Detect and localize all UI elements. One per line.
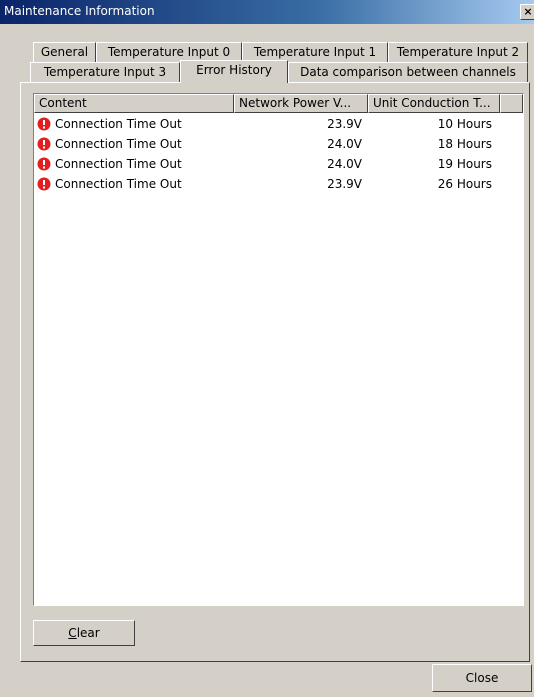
- error-icon: [37, 177, 51, 191]
- table-row[interactable]: Connection Time Out 23.9V 26 Hours: [34, 174, 523, 194]
- row-voltage: 23.9V: [327, 117, 362, 131]
- table-row[interactable]: Connection Time Out 24.0V 18 Hours: [34, 134, 523, 154]
- window-title: Maintenance Information: [4, 4, 155, 18]
- error-icon: [37, 137, 51, 151]
- title-bar[interactable]: Maintenance Information ×: [0, 0, 534, 24]
- row-voltage: 23.9V: [327, 177, 362, 191]
- error-history-list[interactable]: Content Network Power V... Unit Conducti…: [33, 93, 524, 606]
- row-content: Connection Time Out: [55, 137, 182, 151]
- maintenance-window: Maintenance Information × General Temper…: [0, 0, 534, 697]
- clear-button-label: lear: [76, 626, 100, 640]
- row-content: Connection Time Out: [55, 157, 182, 171]
- close-window-icon[interactable]: ×: [520, 4, 534, 20]
- tab-error-history[interactable]: Error History: [180, 60, 288, 83]
- table-row[interactable]: Connection Time Out 24.0V 19 Hours: [34, 154, 523, 174]
- tab-general[interactable]: General: [33, 42, 96, 62]
- tab-data-comparison[interactable]: Data comparison between channels: [288, 62, 528, 82]
- tab-temperature-input-2[interactable]: Temperature Input 2: [388, 42, 528, 62]
- column-header-empty: [500, 94, 523, 113]
- table-row[interactable]: Connection Time Out 23.9V 10 Hours: [34, 114, 523, 134]
- error-icon: [37, 157, 51, 171]
- clear-button[interactable]: Clear: [33, 620, 135, 646]
- row-hours: 19 Hours: [437, 157, 492, 171]
- row-hours: 10 Hours: [437, 117, 492, 131]
- clear-button-mnemonic: C: [68, 626, 77, 640]
- column-header-content[interactable]: Content: [34, 94, 234, 113]
- row-voltage: 24.0V: [327, 137, 362, 151]
- row-content: Connection Time Out: [55, 117, 182, 131]
- close-button[interactable]: Close: [432, 664, 532, 692]
- row-hours: 18 Hours: [437, 137, 492, 151]
- column-header-unit-conduction[interactable]: Unit Conduction T...: [368, 94, 500, 113]
- tab-temperature-input-3[interactable]: Temperature Input 3: [30, 62, 180, 82]
- tab-temperature-input-0[interactable]: Temperature Input 0: [96, 42, 242, 62]
- column-header-network-power[interactable]: Network Power V...: [234, 94, 368, 113]
- tab-temperature-input-1[interactable]: Temperature Input 1: [242, 42, 388, 62]
- error-icon: [37, 117, 51, 131]
- row-hours: 26 Hours: [437, 177, 492, 191]
- row-voltage: 24.0V: [327, 157, 362, 171]
- row-content: Connection Time Out: [55, 177, 182, 191]
